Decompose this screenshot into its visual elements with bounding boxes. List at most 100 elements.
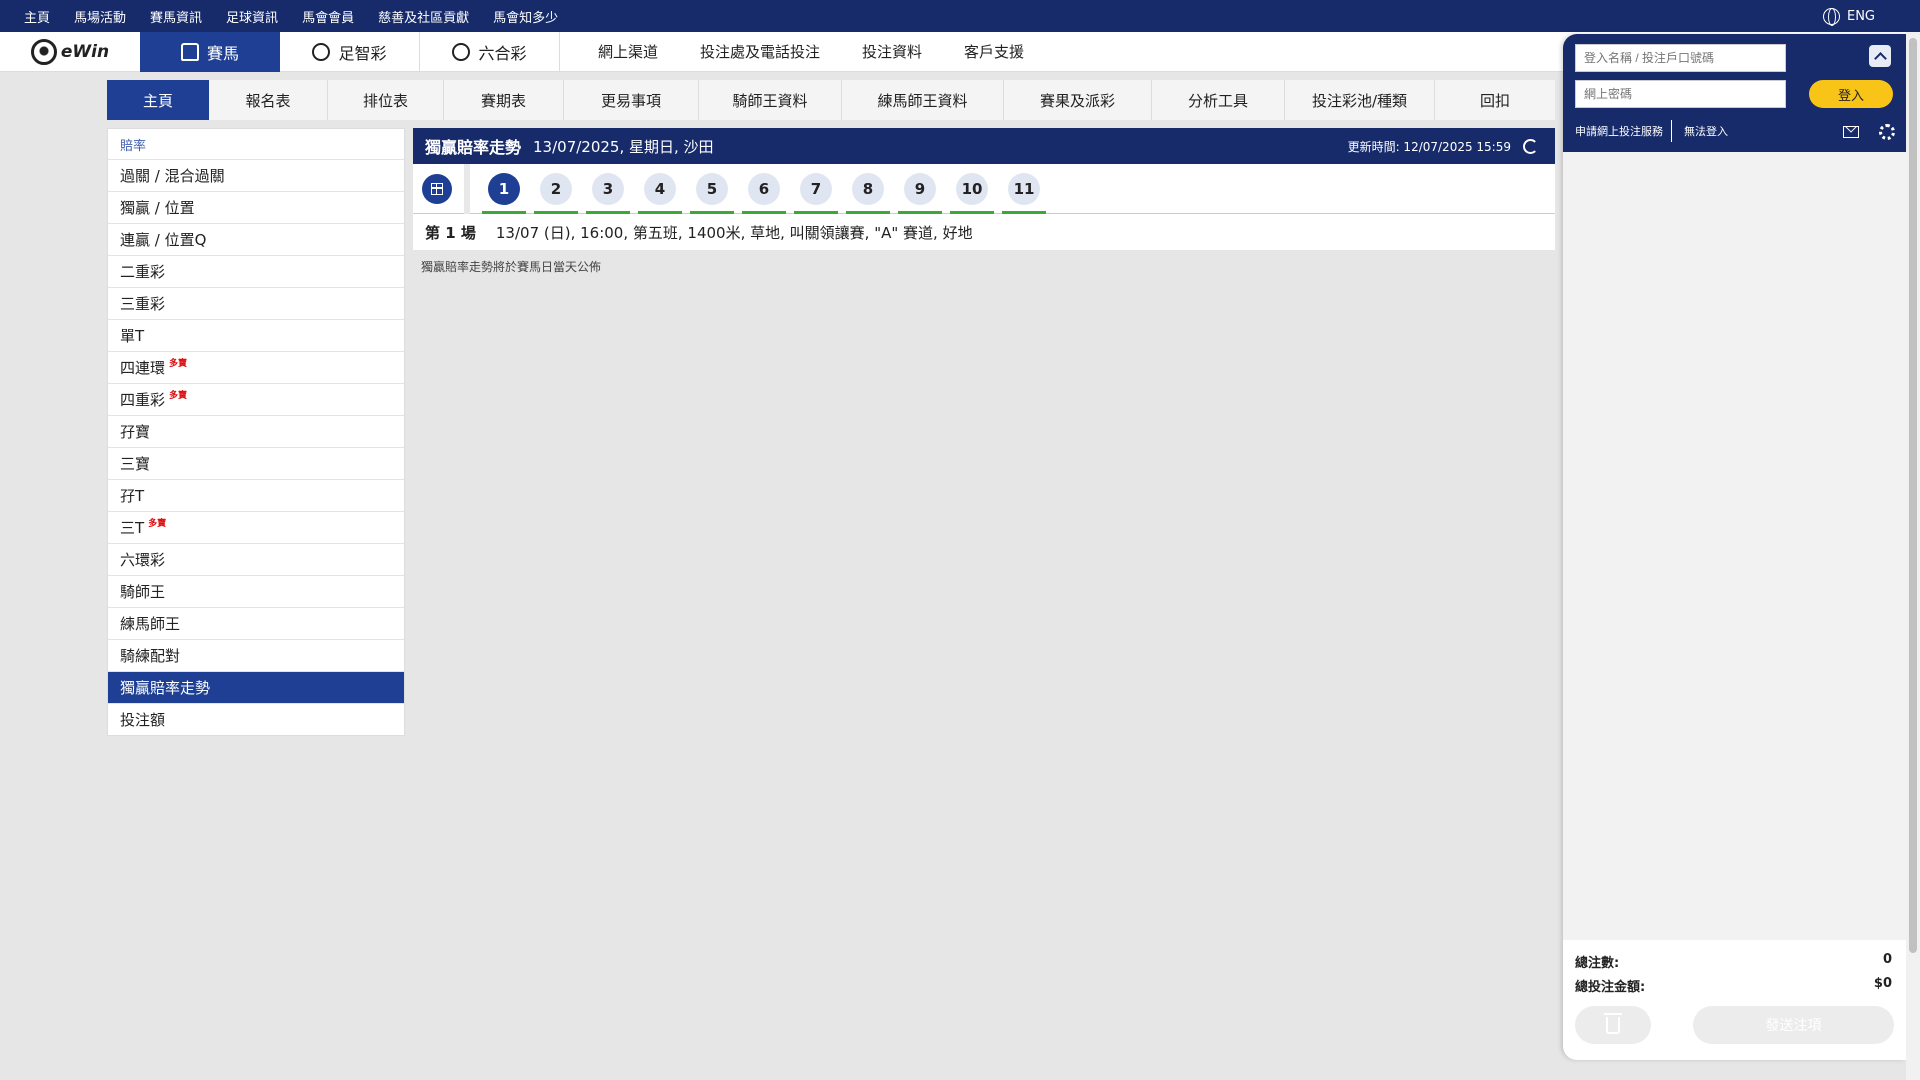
subnav-rebate[interactable]: 回扣 — [1435, 80, 1555, 120]
sidebar-item-forecast[interactable]: 二重彩 — [108, 255, 404, 287]
race-button-5[interactable]: 5 — [696, 172, 728, 205]
race-button-3[interactable]: 3 — [592, 172, 624, 205]
jackpot-badge: 多寶 — [148, 519, 167, 529]
race-button-1[interactable]: 1 — [488, 172, 520, 205]
link-customer-support[interactable]: 客戶支援 — [964, 41, 1024, 62]
clear-betslip-button[interactable] — [1575, 1006, 1651, 1044]
race-button-4[interactable]: 4 — [644, 172, 676, 205]
race-button-10[interactable]: 10 — [956, 172, 988, 205]
sidebar-item-all-up[interactable]: 過關 / 混合過關 — [108, 159, 404, 191]
mail-icon[interactable] — [1843, 126, 1859, 138]
product-tab-label: 賽馬 — [206, 43, 239, 63]
subnav-home[interactable]: 主頁 — [107, 80, 209, 120]
panel-title: 獨贏賠率走勢 — [425, 138, 522, 157]
product-tab-football[interactable]: 足智彩 — [280, 31, 420, 72]
password-input[interactable] — [1575, 80, 1786, 108]
race-tab: 4 — [638, 164, 682, 214]
product-tab-horse-racing[interactable]: 賽馬 — [140, 31, 280, 72]
sidebar-item-quinella[interactable]: 連贏 / 位置Q — [108, 223, 404, 255]
sidebar-item-label: 二重彩 — [120, 263, 166, 281]
top-nav-charity[interactable]: 慈善及社區貢獻 — [378, 7, 469, 26]
top-nav-links: 主頁 馬場活動 賽馬資訊 足球資訊 馬會會員 慈善及社區貢獻 馬會知多少 — [24, 7, 558, 26]
total-bets-label: 總注數: — [1575, 956, 1620, 971]
subnav-jockey-challenge[interactable]: 騎師王資料 — [699, 80, 842, 120]
sidebar-item-label: 四重彩 — [120, 391, 166, 409]
sidebar-heading: 賠率 — [120, 138, 147, 154]
sidebar-item-six-up[interactable]: 六環彩 — [108, 543, 404, 575]
race-button-11[interactable]: 11 — [1008, 172, 1040, 205]
top-nav-football-info[interactable]: 足球資訊 — [226, 7, 278, 26]
panel-header: 獨贏賠率走勢 13/07/2025, 星期日, 沙田 更新時間: 12/07/2… — [413, 128, 1555, 164]
sidebar-item-triple-trio[interactable]: 三T 多寶 — [108, 511, 404, 543]
race-button-2[interactable]: 2 — [540, 172, 572, 205]
product-tab-mark-six[interactable]: 六合彩 — [420, 31, 560, 72]
sidebar-item-win-odds-trend[interactable]: 獨贏賠率走勢 — [108, 671, 404, 703]
sidebar-item-investment[interactable]: 投注額 — [108, 703, 404, 735]
top-nav-about[interactable]: 馬會知多少 — [493, 7, 558, 26]
sidebar-item-trio[interactable]: 單T — [108, 319, 404, 351]
subnav-changes[interactable]: 更易事項 — [564, 80, 699, 120]
send-bets-button[interactable]: 發送注項 — [1693, 1006, 1894, 1044]
sidebar-item-double-trio[interactable]: 孖T — [108, 479, 404, 511]
gear-icon[interactable] — [1879, 124, 1895, 140]
sidebar-item-label: 獨贏 / 位置 — [120, 199, 195, 217]
race-tab: 6 — [742, 164, 786, 214]
login-button[interactable]: 登入 — [1809, 80, 1893, 108]
sidebar-item-label: 三寶 — [120, 455, 151, 473]
race-button-8[interactable]: 8 — [852, 172, 884, 205]
total-bets-value: 0 — [1882, 952, 1892, 967]
race-button-9[interactable]: 9 — [904, 172, 936, 205]
race-tab: 9 — [898, 164, 942, 214]
link-branches-telephone[interactable]: 投注處及電話投注 — [700, 41, 820, 62]
subnav-analysis-tools[interactable]: 分析工具 — [1152, 80, 1285, 120]
trash-icon — [1604, 1012, 1622, 1034]
refresh-icon[interactable] — [1523, 138, 1538, 154]
sidebar-item-win-place[interactable]: 獨贏 / 位置 — [108, 191, 404, 223]
horse-icon — [180, 42, 199, 61]
top-nav-membership[interactable]: 馬會會員 — [302, 7, 354, 26]
sidebar-item-jockey-challenge[interactable]: 騎師王 — [108, 575, 404, 607]
sidebar-item-label: 孖寶 — [120, 423, 151, 441]
username-input[interactable] — [1575, 44, 1786, 72]
sidebar-item-trainer-challenge[interactable]: 練馬師王 — [108, 607, 404, 639]
subnav-trainer-challenge[interactable]: 練馬師王資料 — [842, 80, 1004, 120]
race-button-6[interactable]: 6 — [748, 172, 780, 205]
race-tab: 10 — [950, 164, 994, 214]
language-switch[interactable]: ENG — [1822, 0, 1875, 32]
race-button-7[interactable]: 7 — [800, 172, 832, 205]
subnav-entries[interactable]: 報名表 — [209, 80, 328, 120]
sidebar-item-label: 孖T — [120, 487, 145, 505]
sidebar-item-label: 投注額 — [120, 711, 166, 729]
sidebar-item-label: 六環彩 — [120, 551, 166, 569]
subnav-racecard[interactable]: 排位表 — [328, 80, 444, 120]
product-tab-label: 足智彩 — [338, 43, 387, 63]
scrollbar-thumb[interactable] — [1909, 38, 1917, 953]
top-nav-home[interactable]: 主頁 — [24, 7, 50, 26]
subnav-pools-types[interactable]: 投注彩池/種類 — [1285, 80, 1435, 120]
sidebar-item-label: 練馬師王 — [120, 615, 181, 633]
sidebar-item-quartet[interactable]: 四重彩 多寶 — [108, 383, 404, 415]
all-races-button[interactable] — [422, 173, 452, 204]
top-nav-bar: 主頁 馬場活動 賽馬資訊 足球資訊 馬會會員 慈善及社區貢獻 馬會知多少 ENG — [0, 0, 1920, 32]
link-betting-info[interactable]: 投注資料 — [862, 41, 922, 62]
top-nav-racing-info[interactable]: 賽馬資訊 — [150, 7, 202, 26]
sidebar-item-tierce[interactable]: 三重彩 — [108, 287, 404, 319]
apply-online-betting-link[interactable]: 申請網上投注服務 — [1575, 123, 1663, 139]
sidebar-item-jockey-trainer-combo[interactable]: 騎練配對 — [108, 639, 404, 671]
sidebar-item-treble[interactable]: 三寶 — [108, 447, 404, 479]
subnav-results-dividends[interactable]: 賽果及派彩 — [1004, 80, 1152, 120]
betslip-summary: 總注數: 0 總投注金額: $0 發送注項 — [1563, 940, 1906, 1060]
cannot-login-link[interactable]: 無法登入 — [1684, 123, 1728, 139]
link-online-channels[interactable]: 網上渠道 — [598, 41, 658, 62]
race-tab: 2 — [534, 164, 578, 214]
page-scrollbar[interactable] — [1906, 32, 1920, 1080]
ewin-logo[interactable]: eWin — [0, 32, 140, 72]
subnav-fixtures[interactable]: 賽期表 — [444, 80, 564, 120]
mark-six-icon — [452, 42, 471, 61]
top-nav-racecourse-events[interactable]: 馬場活動 — [74, 7, 126, 26]
sidebar-item-double[interactable]: 孖寶 — [108, 415, 404, 447]
racing-sub-nav: 主頁 報名表 排位表 賽期表 更易事項 騎師王資料 練馬師王資料 賽果及派彩 分… — [107, 80, 1555, 120]
sidebar-item-first-four[interactable]: 四連環 多寶 — [108, 351, 404, 383]
collapse-panel-button[interactable] — [1869, 45, 1891, 67]
product-tab-label: 六合彩 — [478, 43, 527, 63]
